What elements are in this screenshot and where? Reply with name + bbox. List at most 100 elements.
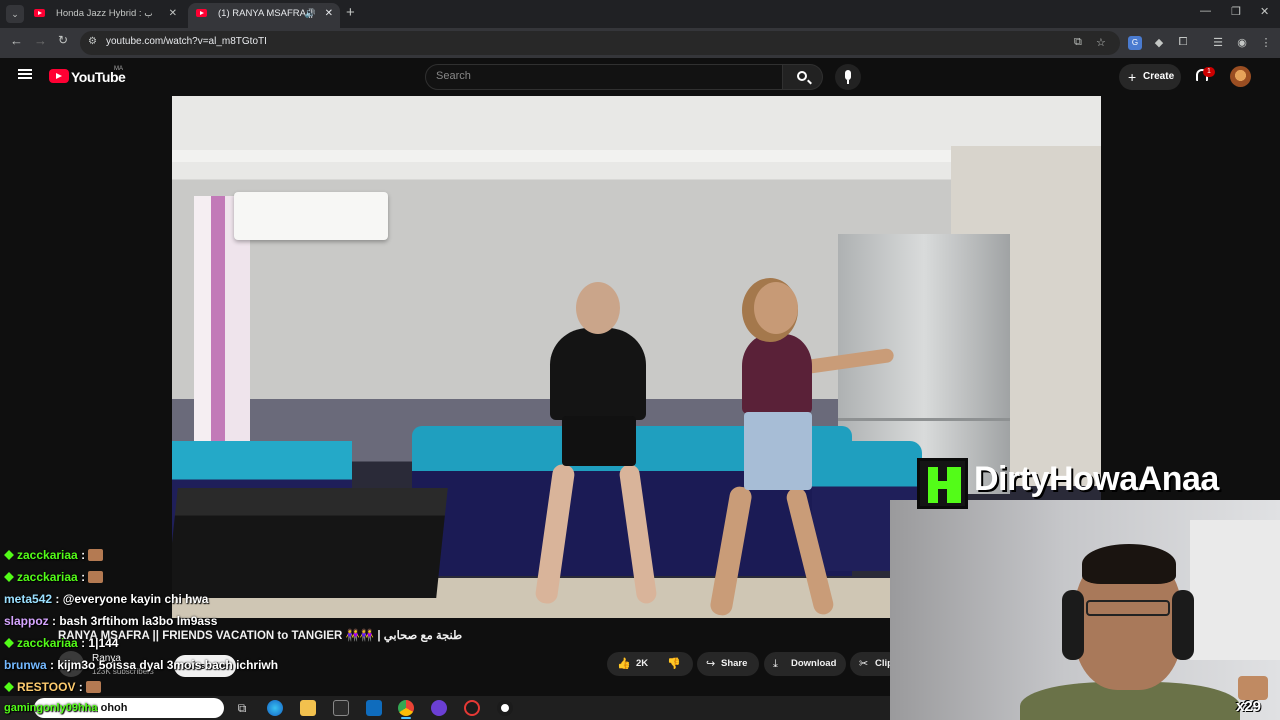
video-scene-air-conditioner — [234, 192, 388, 240]
chat-username: brunwa — [4, 658, 47, 672]
share-arrow-icon: ↪ — [706, 658, 716, 670]
url-text: youtube.com/watch?v=al_m8TGtoTI — [106, 36, 267, 47]
reading-list-icon[interactable]: ☰ — [1211, 36, 1225, 50]
voice-search-icon[interactable] — [835, 64, 861, 90]
bookmark-star-icon[interactable]: ☆ — [1096, 36, 1106, 49]
create-label: Create — [1143, 71, 1175, 82]
window-close-icon[interactable]: ✕ — [1260, 5, 1269, 18]
dislike-thumb-icon[interactable]: 👎 — [667, 652, 681, 676]
webcam-background-shelf — [1190, 520, 1280, 660]
country-code: MA — [114, 66, 123, 72]
search-icon — [797, 71, 807, 81]
video-person-2-shorts — [744, 412, 812, 490]
streamer-name: DirtyHowaAnaa — [974, 460, 1219, 498]
tab-title: (1) RANYA MSAFRA || FRIENDS — [218, 8, 314, 19]
chrome-menu-icon[interactable]: ⋮ — [1259, 36, 1273, 50]
video-person-1-shorts — [562, 416, 636, 466]
youtube-logo-icon[interactable] — [49, 69, 69, 83]
search-box — [425, 64, 783, 90]
chat-message: slappoz : bash 3rftihom la3bo lm9ass — [4, 614, 218, 628]
like-dislike-group: 👍 2K 👎 — [607, 652, 693, 676]
kick-logo-icon — [917, 458, 968, 509]
create-button[interactable]: + Create — [1119, 64, 1181, 90]
headset-icon — [1172, 590, 1194, 660]
chat-text: kijm3o 5oissa dyal 3mois bach ichriwh — [57, 658, 279, 672]
minimize-icon[interactable]: — — [1200, 5, 1211, 17]
chat-emote-icon — [88, 571, 104, 583]
search-button[interactable] — [783, 64, 823, 90]
chat-text: @everyone kayin chi hwa — [62, 592, 209, 606]
share-button[interactable]: ↪ Share — [697, 652, 759, 676]
video-person-1-shirt — [550, 328, 646, 420]
youtube-favicon-icon — [34, 9, 45, 17]
webcam-streamer-glasses — [1086, 600, 1170, 616]
address-bar[interactable]: ⚙ youtube.com/watch?v=al_m8TGtoTI ⧉ ☆ — [80, 31, 1120, 55]
download-label: Download — [791, 658, 837, 669]
chat-username: slappoz — [4, 614, 49, 628]
webcam-streamer-hair — [1082, 544, 1176, 584]
tab-search-chevron-icon[interactable]: ⌄ — [6, 5, 24, 23]
new-tab-icon[interactable]: + — [346, 4, 355, 21]
tab-close-icon[interactable]: ✕ — [169, 3, 177, 24]
chat-text: 1|144 — [88, 636, 119, 650]
like-thumb-icon[interactable]: 👍 — [617, 652, 631, 676]
chat-badge-icon — [4, 638, 14, 648]
chat-username: gamingonly09hha — [4, 702, 98, 714]
translate-extension-icon[interactable]: G — [1128, 36, 1142, 50]
tab-ranya-msafra[interactable]: (1) RANYA MSAFRA || FRIENDS 🔊 ✕ — [188, 3, 340, 28]
download-icon: ⤓ — [773, 658, 778, 670]
chat-message: meta542 : @everyone kayin chi hwa — [4, 592, 209, 606]
chat-message: zacckariaa : — [4, 570, 104, 584]
guide-menu-icon[interactable] — [18, 69, 32, 79]
headset-icon — [1062, 590, 1084, 660]
browser-tab-strip: ⌄ Honda Jazz Hybrid : جولة فالمغرب ✕ (1)… — [0, 0, 1280, 28]
download-button[interactable]: ⤓ Download — [764, 652, 846, 676]
chat-emote-icon — [86, 681, 102, 693]
video-person-2-head — [754, 282, 798, 334]
back-icon[interactable]: ← — [10, 33, 23, 48]
video-person-1-head — [576, 282, 620, 334]
chat-username: zacckariaa — [17, 570, 78, 584]
stream-chat-overlay: zacckariaa : zacckariaa : meta542 : @eve… — [0, 546, 520, 720]
video-person-2-top — [742, 334, 812, 414]
site-info-icon[interactable]: ⚙ — [88, 36, 97, 47]
search-input[interactable] — [436, 70, 736, 82]
account-avatar[interactable] — [1230, 66, 1251, 87]
forward-icon[interactable]: → — [34, 33, 47, 48]
share-label: Share — [721, 658, 748, 669]
chat-badge-icon — [4, 682, 14, 692]
restore-icon[interactable]: ❐ — [1231, 5, 1241, 18]
chat-message: zacckariaa : — [4, 548, 104, 562]
reload-icon[interactable]: ↻ — [58, 33, 68, 47]
sub-counter: x29 — [1236, 698, 1262, 715]
chat-username: RESTOOV — [17, 680, 76, 694]
speaker-icon[interactable]: 🔊 — [305, 3, 316, 24]
profile-icon[interactable]: ◉ — [1235, 36, 1249, 50]
chat-text: bash 3rftihom la3bo lm9ass — [59, 614, 218, 628]
tab-honda-jazz[interactable]: Honda Jazz Hybrid : جولة فالمغرب ✕ — [26, 3, 184, 28]
extensions-puzzle-icon[interactable]: ⧠ — [1176, 36, 1190, 50]
like-count[interactable]: 2K — [636, 658, 648, 669]
chat-username: meta542 — [4, 592, 53, 606]
plus-icon: + — [1128, 69, 1137, 85]
youtube-header: YouTube MA + Create 1 — [0, 58, 1280, 96]
video-scene-fridge-door — [838, 418, 1010, 421]
tab-close-icon[interactable]: ✕ — [325, 3, 333, 24]
chat-badge-icon — [4, 550, 14, 560]
chat-message: RESTOOV : — [4, 680, 102, 694]
scissors-icon: ✂ — [859, 658, 869, 670]
chat-emote-icon — [88, 549, 104, 561]
chat-username: zacckariaa — [17, 548, 78, 562]
install-app-icon[interactable]: ⧉ — [1074, 36, 1082, 49]
tab-title: Honda Jazz Hybrid : جولة فالمغرب — [56, 8, 152, 19]
chat-badge-icon — [4, 572, 14, 582]
extension-diamond-icon[interactable]: ◆ — [1152, 36, 1166, 50]
browser-toolbar: ← → ↻ ⚙ youtube.com/watch?v=al_m8TGtoTI … — [0, 28, 1280, 58]
chat-message: gamingonly09hha ohoh — [4, 702, 128, 714]
notification-count-badge: 1 — [1203, 67, 1215, 77]
chat-username: zacckariaa — [17, 636, 78, 650]
sub-goal-thumbnail — [1238, 676, 1268, 700]
streamer-webcam — [890, 500, 1280, 720]
chat-message: brunwa : kijm3o 5oissa dyal 3mois bach i… — [4, 658, 279, 672]
chat-text: ohoh — [100, 702, 128, 714]
